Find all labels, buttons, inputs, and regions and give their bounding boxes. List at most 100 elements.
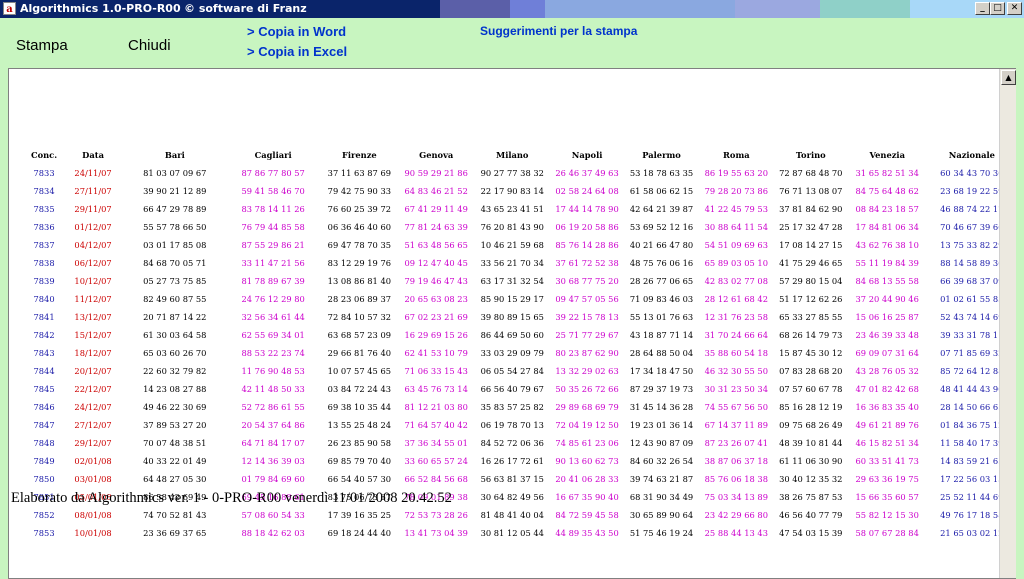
milano-cell: 06 05 54 27 84 (480, 366, 544, 376)
conc-cell: 7843 (33, 348, 55, 358)
palermo-cell: 43 18 87 71 14 (629, 330, 694, 340)
cagliari-cell: 59 41 58 46 70 (241, 186, 305, 196)
chiudi-button[interactable]: Chiudi (128, 37, 171, 54)
bari-cell: 14 23 08 27 88 (143, 384, 207, 394)
torino-cell: 48 39 10 81 44 (779, 438, 843, 448)
firenze-cell: 72 84 10 57 32 (327, 312, 392, 322)
firenze-cell: 29 66 81 76 40 (327, 348, 392, 358)
torino-cell: 57 29 80 15 04 (779, 276, 843, 286)
table-row: 7845 22/12/07 14 23 08 27 88 42 11 48 50 33… (27, 380, 1016, 398)
table-row: 7834 27/11/07 39 90 21 12 89 59 41 58 46 70… (27, 182, 1016, 200)
genova-cell: 66 52 84 56 68 (404, 474, 468, 484)
venezia-cell: 60 33 51 41 73 (855, 456, 919, 466)
napoli-cell: 44 89 35 43 50 (555, 528, 619, 538)
cagliari-cell: 64 71 84 17 07 (241, 438, 305, 448)
copia-excel-link[interactable]: > Copia in Excel (247, 44, 347, 59)
copia-word-link[interactable]: > Copia in Word (247, 24, 346, 39)
genova-cell: 63 45 76 73 14 (404, 384, 468, 394)
roma-cell: 67 14 37 11 89 (704, 420, 768, 430)
conc-cell: 7840 (33, 294, 55, 304)
palermo-cell: 68 31 90 34 49 (629, 492, 694, 502)
milano-cell: 90 27 77 38 32 (480, 168, 544, 178)
roma-cell: 54 51 09 69 63 (704, 240, 768, 250)
firenze-cell: 76 60 25 39 72 (327, 204, 392, 214)
cagliari-cell: 11 76 90 48 53 (241, 366, 305, 376)
roma-cell: 65 89 03 05 10 (704, 258, 768, 268)
palermo-cell: 48 75 76 06 16 (629, 258, 694, 268)
venezia-cell: 15 06 16 25 87 (855, 312, 919, 322)
napoli-cell: 09 47 57 05 56 (555, 294, 619, 304)
palermo-cell: 42 64 21 39 87 (629, 204, 694, 214)
firenze-cell: 06 36 46 40 60 (327, 222, 392, 232)
genova-cell: 81 12 21 03 80 (404, 402, 468, 412)
conc-cell: 7850 (33, 474, 55, 484)
palermo-cell: 71 09 83 46 03 (629, 294, 694, 304)
palermo-cell: 53 18 78 63 35 (629, 168, 694, 178)
table-row: 7840 11/12/07 82 49 60 87 55 24 76 12 29 80… (27, 290, 1016, 308)
venezia-cell: 17 84 81 06 34 (855, 222, 919, 232)
palermo-cell: 40 21 66 47 80 (629, 240, 694, 250)
bari-cell: 82 49 60 87 55 (143, 294, 207, 304)
stampa-button[interactable]: Stampa (16, 37, 68, 54)
scroll-up-arrow-icon[interactable]: ▲ (1001, 70, 1016, 85)
napoli-cell: 90 13 60 62 73 (555, 456, 619, 466)
column-header: Napoli (571, 150, 603, 160)
vertical-scrollbar[interactable]: ▲ (999, 69, 1016, 578)
napoli-cell: 80 23 87 62 90 (555, 348, 619, 358)
roma-cell: 75 03 34 13 89 (704, 492, 768, 502)
column-header: Venezia (869, 150, 905, 160)
table-row: 7844 20/12/07 22 60 32 79 82 11 76 90 48 53… (27, 362, 1016, 380)
date-cell: 08/01/08 (74, 510, 112, 520)
torino-cell: 76 71 13 08 07 (779, 186, 843, 196)
table-row: 7841 13/12/07 20 71 87 14 22 32 56 34 61 44… (27, 308, 1016, 326)
bari-cell: 74 70 52 81 43 (143, 510, 207, 520)
draws-table: Conc. Data Bari Cagliari Firenze Genova Milano… (27, 146, 1016, 542)
conc-cell: 7836 (33, 222, 55, 232)
table-row: 7837 04/12/07 03 01 17 85 08 87 55 29 86 21… (27, 236, 1016, 254)
napoli-cell: 06 19 20 58 86 (555, 222, 619, 232)
palermo-cell: 12 43 90 87 09 (629, 438, 694, 448)
roma-cell: 41 22 45 79 53 (704, 204, 768, 214)
napoli-cell: 50 35 26 72 66 (555, 384, 619, 394)
firenze-cell: 17 39 16 35 25 (327, 510, 392, 520)
firenze-cell: 26 23 85 90 58 (327, 438, 392, 448)
table-row: 7838 06/12/07 84 68 70 05 71 33 11 47 21 56… (27, 254, 1016, 272)
napoli-cell: 30 68 77 75 20 (555, 276, 619, 286)
date-cell: 11/12/07 (74, 294, 112, 304)
genova-cell: 71 64 57 40 42 (404, 420, 468, 430)
napoli-cell: 16 67 35 90 40 (555, 492, 619, 502)
cagliari-cell: 62 55 69 34 01 (241, 330, 305, 340)
date-cell: 24/12/07 (74, 402, 112, 412)
venezia-cell: 55 82 12 15 30 (855, 510, 919, 520)
column-header: Firenze (341, 150, 377, 160)
bari-cell: 64 48 27 05 30 (143, 474, 207, 484)
minimize-button[interactable]: _ (975, 2, 990, 15)
table-row: 7843 18/12/07 65 03 60 26 70 88 53 22 23 74… (27, 344, 1016, 362)
table-row: 7848 29/12/07 70 07 48 38 51 64 71 84 17 07… (27, 434, 1016, 452)
torino-cell: 46 56 40 77 79 (779, 510, 843, 520)
torino-cell: 51 17 12 62 26 (779, 294, 843, 304)
firenze-cell: 66 54 40 57 30 (327, 474, 392, 484)
firenze-cell: 63 68 57 23 09 (327, 330, 392, 340)
venezia-cell: 55 11 19 84 39 (855, 258, 919, 268)
maximize-button[interactable]: □ (990, 2, 1005, 15)
conc-cell: 7852 (33, 510, 55, 520)
venezia-cell: 46 15 82 51 34 (855, 438, 919, 448)
app-icon[interactable]: a (3, 2, 16, 15)
genova-cell: 33 60 65 57 24 (404, 456, 468, 466)
conc-cell: 7834 (33, 186, 55, 196)
palermo-cell: 51 75 46 19 24 (629, 528, 694, 538)
milano-cell: 30 81 12 05 44 (480, 528, 544, 538)
conc-cell: 7853 (33, 528, 55, 538)
suggerimenti-link[interactable]: Suggerimenti per la stampa (480, 24, 637, 38)
torino-cell: 25 17 32 47 28 (779, 222, 843, 232)
cagliari-cell: 76 79 44 85 58 (241, 222, 305, 232)
torino-cell: 37 81 84 62 90 (779, 204, 843, 214)
close-button[interactable]: ✕ (1007, 2, 1022, 15)
table-row: 7835 29/11/07 66 47 29 78 89 83 78 14 11 26… (27, 200, 1016, 218)
torino-cell: 68 26 14 79 73 (779, 330, 843, 340)
cagliari-cell: 87 55 29 86 21 (241, 240, 305, 250)
bari-cell: 23 36 69 37 65 (143, 528, 207, 538)
conc-cell: 7842 (33, 330, 55, 340)
cagliari-cell: 42 11 48 50 33 (241, 384, 305, 394)
